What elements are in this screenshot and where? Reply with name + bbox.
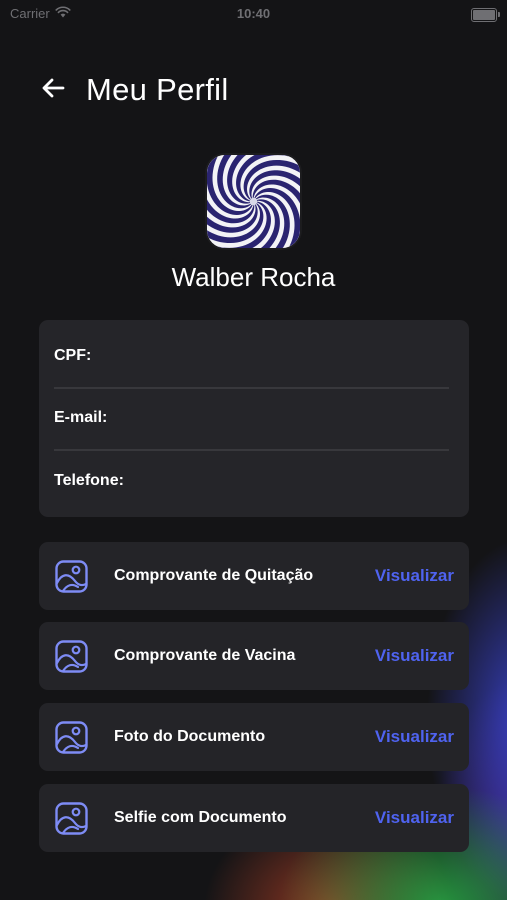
swirl-center [249,197,258,206]
image-icon [54,720,89,755]
image-icon [54,801,89,836]
back-button[interactable] [40,77,66,103]
cpf-row: CPF: [54,325,449,389]
doc-card-vacina: Comprovante de Vacina Visualizar [39,622,469,690]
arrow-left-icon [41,77,65,104]
swirl-avatar [207,155,300,248]
doc-card-selfie: Selfie com Documento Visualizar [39,784,469,852]
view-button[interactable]: Visualizar [375,646,454,666]
phone-row: Telefone: [54,450,449,512]
user-name: Walber Rocha [171,262,336,292]
page-title: Meu Perfil [86,72,229,107]
doc-title: Foto do Documento [114,728,266,745]
image-icon [54,559,89,594]
view-button[interactable]: Visualizar [375,727,454,747]
email-row: E-mail: [54,387,449,451]
status-bar: Carrier 10:40 [0,0,507,28]
email-label: E-mail: [54,409,108,426]
doc-card-quitacao: Comprovante de Quitação Visualizar [39,542,469,610]
status-time: 10:40 [236,6,271,21]
doc-title: Comprovante de Vacina [114,647,296,664]
doc-card-foto-documento: Foto do Documento Visualizar [39,703,469,771]
doc-title: Selfie com Documento [114,809,287,826]
phone-label: Telefone: [54,472,124,489]
image-icon [54,639,89,674]
view-button[interactable]: Visualizar [375,566,454,586]
doc-title: Comprovante de Quitação [114,567,314,584]
view-button[interactable]: Visualizar [375,808,454,828]
cpf-label: CPF: [54,347,92,364]
avatar[interactable] [205,153,302,250]
info-card: CPF: E-mail: Telefone: [39,320,469,517]
header: Meu Perfil [40,70,229,110]
battery-icon [471,8,500,22]
